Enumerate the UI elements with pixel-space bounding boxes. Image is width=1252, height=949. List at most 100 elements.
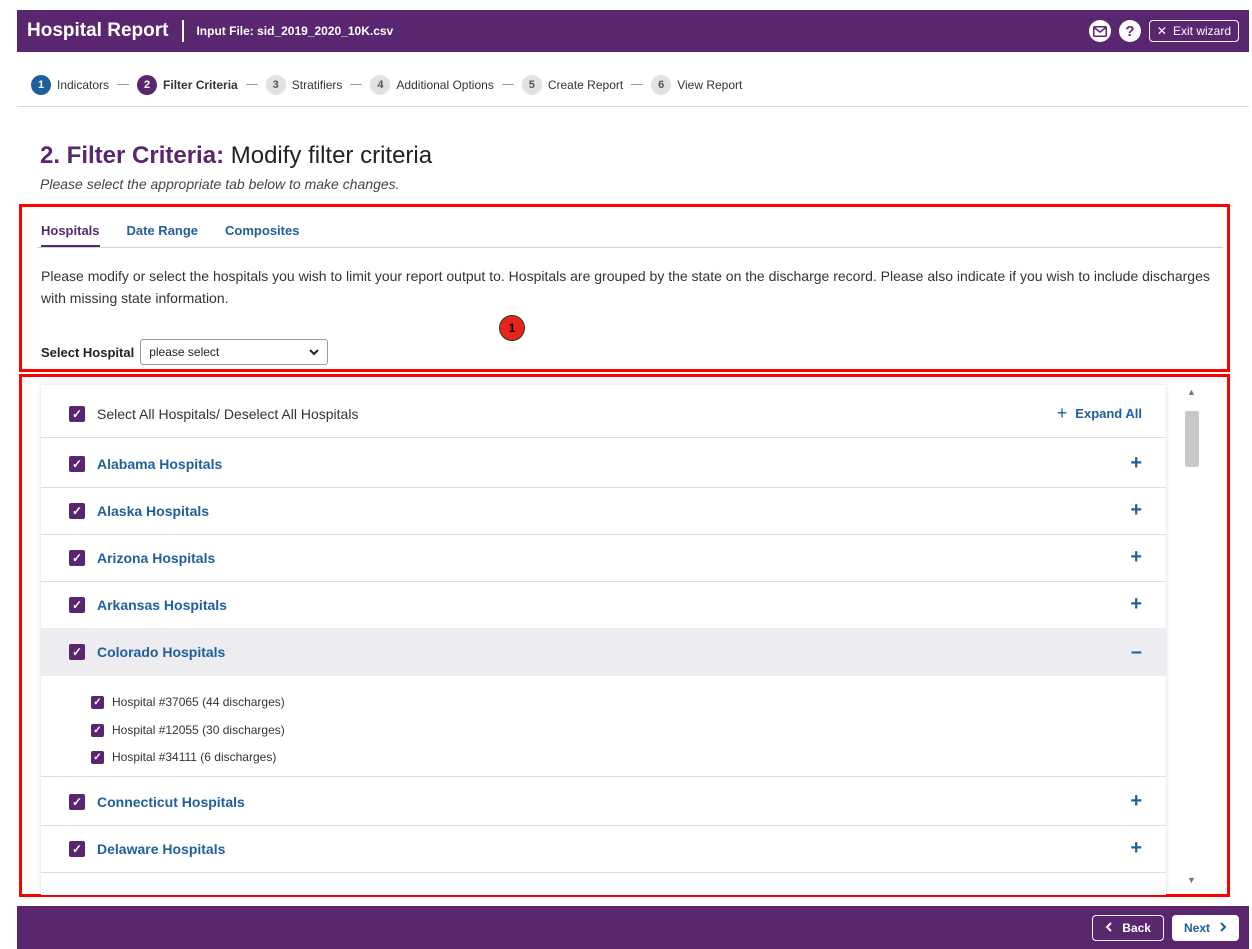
step-connector xyxy=(245,84,258,85)
page-title: 2. Filter Criteria: Modify filter criter… xyxy=(40,142,432,170)
state-label[interactable]: Delaware Hospitals xyxy=(97,841,225,857)
hospital-label: Hospital #34111 (6 discharges) xyxy=(112,750,277,764)
top-bar: Hospital Report Input File: sid_2019_202… xyxy=(0,0,1252,63)
expand-plus-icon[interactable]: + xyxy=(1130,546,1142,569)
state-row-alaska[interactable]: ✓ Alaska Hospitals + xyxy=(41,487,1166,535)
next-label: Next xyxy=(1183,920,1210,935)
step-connector xyxy=(350,84,363,85)
chevron-down-icon xyxy=(309,345,319,359)
state-label[interactable]: Alabama Hospitals xyxy=(97,456,222,472)
annotation-box-2: 2 ✓ Select All Hospitals/ Deselect All H… xyxy=(19,374,1230,897)
select-hospital-dropdown[interactable]: please select xyxy=(140,339,329,365)
checkbox-checked-icon[interactable]: ✓ xyxy=(69,644,85,660)
scroll-up-arrow-icon[interactable]: ▲ xyxy=(1187,387,1196,397)
select-hospital-row: Select Hospital please select xyxy=(41,339,329,365)
chevron-right-icon xyxy=(1220,921,1227,935)
expand-plus-icon[interactable]: + xyxy=(1130,593,1142,616)
expand-all-button[interactable]: + Expand All xyxy=(1057,403,1142,424)
scroll-down-arrow-icon[interactable]: ▼ xyxy=(1187,875,1196,885)
tab-composites[interactable]: Composites xyxy=(225,223,299,248)
exit-wizard-button[interactable]: ✕ Exit wizard xyxy=(1148,20,1239,42)
wizard-stepper: 1 Indicators 2 Filter Criteria 3 Stratif… xyxy=(17,63,1249,107)
tab-hospitals[interactable]: Hospitals xyxy=(41,223,100,248)
state-label[interactable]: Connecticut Hospitals xyxy=(97,794,245,810)
state-row-alabama[interactable]: ✓ Alabama Hospitals + xyxy=(41,440,1166,488)
select-all-row[interactable]: ✓ Select All Hospitals/ Deselect All Hos… xyxy=(41,390,1166,438)
state-label[interactable]: Arizona Hospitals xyxy=(97,550,215,566)
collapse-minus-icon[interactable]: – xyxy=(1131,641,1142,664)
tabs-divider xyxy=(37,247,1223,248)
hospitals-description: Please modify or select the hospitals yo… xyxy=(41,268,1210,306)
next-button[interactable]: Next xyxy=(1171,914,1239,941)
checkbox-checked-icon[interactable]: ✓ xyxy=(91,695,104,709)
expand-all-label: Expand All xyxy=(1075,406,1142,421)
step-connector xyxy=(631,84,644,85)
expand-plus-icon[interactable]: + xyxy=(1130,452,1142,475)
step-label: Stratifiers xyxy=(291,77,343,92)
select-hospital-value: please select xyxy=(149,345,220,359)
help-icon[interactable]: ? xyxy=(1118,20,1141,42)
step-number: 1 xyxy=(31,74,51,95)
checkbox-checked-icon[interactable]: ✓ xyxy=(69,502,85,519)
checkbox-checked-icon[interactable]: ✓ xyxy=(69,549,85,566)
step-number: 3 xyxy=(265,74,286,95)
expand-plus-icon[interactable]: + xyxy=(1130,499,1142,522)
hospital-list: ✓ Select All Hospitals/ Deselect All Hos… xyxy=(41,385,1166,895)
state-label[interactable]: Alaska Hospitals xyxy=(97,503,209,519)
back-label: Back xyxy=(1122,920,1151,935)
page-title-step: 2. Filter Criteria: xyxy=(40,142,225,169)
state-label[interactable]: Colorado Hospitals xyxy=(97,644,225,660)
hospital-item[interactable]: ✓ Hospital #34111 (6 discharges) xyxy=(91,750,276,764)
exit-wizard-label: Exit wizard xyxy=(1172,24,1231,38)
back-button[interactable]: Back xyxy=(1092,914,1164,941)
close-icon: ✕ xyxy=(1156,24,1167,38)
step-number: 2 xyxy=(137,74,158,95)
checkbox-checked-icon[interactable]: ✓ xyxy=(91,750,104,764)
state-row-delaware[interactable]: ✓ Delaware Hospitals + xyxy=(41,825,1166,873)
step-number: 4 xyxy=(370,74,391,95)
state-row-arizona[interactable]: ✓ Arizona Hospitals + xyxy=(41,534,1166,582)
checkbox-checked-icon[interactable]: ✓ xyxy=(69,793,85,810)
annotation-box-1: Hospitals Date Range Composites Please m… xyxy=(19,204,1230,372)
app-title: Hospital Report xyxy=(27,20,169,41)
list-scrollbar[interactable]: ▲ ▼ xyxy=(1182,385,1202,887)
step-label: Create Report xyxy=(547,77,624,92)
input-file-label: Input File: sid_2019_2020_10K.csv xyxy=(196,24,394,38)
step-filter-criteria[interactable]: 2 Filter Criteria xyxy=(137,74,238,95)
state-row-colorado[interactable]: ✓ Colorado Hospitals – xyxy=(41,628,1166,676)
page-title-text: Modify filter criteria xyxy=(224,142,433,169)
step-number: 5 xyxy=(521,74,542,95)
checkbox-checked-icon[interactable]: ✓ xyxy=(69,405,85,422)
mail-icon[interactable] xyxy=(1088,20,1111,42)
select-hospital-label: Select Hospital xyxy=(41,344,135,360)
step-connector xyxy=(117,84,130,85)
checkbox-checked-icon[interactable]: ✓ xyxy=(91,723,104,737)
expand-plus-icon[interactable]: + xyxy=(1130,837,1142,860)
filter-tabs: Hospitals Date Range Composites xyxy=(41,223,299,248)
state-row-connecticut[interactable]: ✓ Connecticut Hospitals + xyxy=(41,778,1166,826)
state-label[interactable]: Arkansas Hospitals xyxy=(97,597,227,613)
scrollbar-thumb[interactable] xyxy=(1185,411,1199,467)
header: Hospital Report Input File: sid_2019_202… xyxy=(17,10,1249,52)
hospital-label: Hospital #12055 (30 discharges) xyxy=(112,723,285,737)
tab-date-range[interactable]: Date Range xyxy=(127,223,199,248)
hospital-item[interactable]: ✓ Hospital #12055 (30 discharges) xyxy=(91,723,285,737)
annotation-badge-1: 1 xyxy=(499,315,525,341)
colorado-hospital-list: ✓ Hospital #37065 (44 discharges) ✓ Hosp… xyxy=(41,680,1166,777)
checkbox-checked-icon[interactable]: ✓ xyxy=(69,840,85,857)
step-stratifiers[interactable]: 3 Stratifiers xyxy=(265,74,343,95)
step-number: 6 xyxy=(651,74,672,95)
step-indicators[interactable]: 1 Indicators xyxy=(31,74,109,95)
footer-bar: Back Next xyxy=(17,906,1249,949)
step-additional-options[interactable]: 4 Additional Options xyxy=(370,74,494,95)
checkbox-checked-icon[interactable]: ✓ xyxy=(69,596,85,613)
hospital-label: Hospital #37065 (44 discharges) xyxy=(112,695,285,709)
select-all-label: Select All Hospitals/ Deselect All Hospi… xyxy=(97,405,359,422)
step-create-report[interactable]: 5 Create Report xyxy=(521,74,624,95)
state-row-arkansas[interactable]: ✓ Arkansas Hospitals + xyxy=(41,581,1166,629)
title-divider xyxy=(182,20,185,42)
step-view-report[interactable]: 6 View Report xyxy=(651,74,742,95)
checkbox-checked-icon[interactable]: ✓ xyxy=(69,455,85,472)
expand-plus-icon[interactable]: + xyxy=(1130,790,1142,813)
hospital-item[interactable]: ✓ Hospital #37065 (44 discharges) xyxy=(91,695,285,709)
